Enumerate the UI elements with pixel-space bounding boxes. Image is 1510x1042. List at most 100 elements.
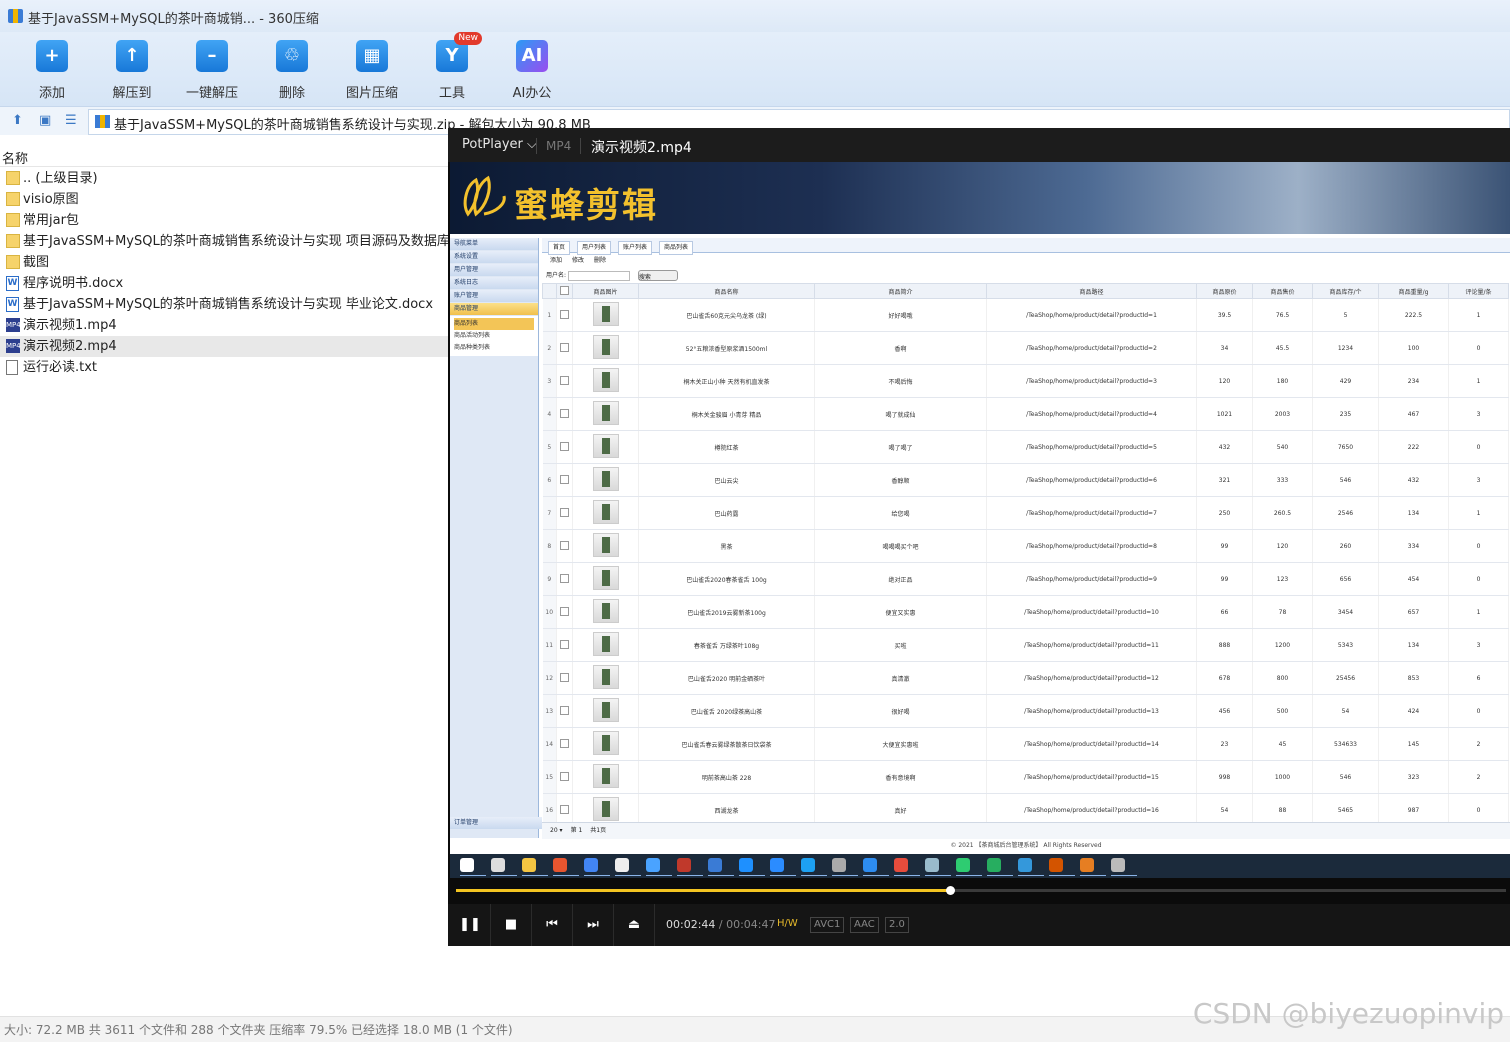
admin-menu-item-orders[interactable]: 订单管理 — [450, 817, 542, 829]
seek-bar[interactable] — [456, 886, 1506, 895]
admin-menu-item[interactable]: 导航菜单 — [450, 238, 538, 250]
row-checkbox[interactable] — [560, 507, 569, 517]
row-checkbox[interactable] — [560, 408, 569, 418]
file-row[interactable]: .. (上级目录) — [0, 168, 448, 189]
toolbar-button-4[interactable]: ▦ 图片压缩 — [332, 38, 412, 101]
toolbar-button-6[interactable]: AI AI办公 — [492, 38, 572, 101]
eject-button[interactable]: ⏏ — [614, 904, 655, 946]
file-row[interactable]: MP4 演示视频2.mp4 — [0, 336, 448, 357]
hw-tag[interactable]: H/W — [774, 917, 801, 931]
taskbar-app-icon[interactable] — [491, 858, 517, 876]
table-row[interactable]: 5 樽院红茶 喝了喝了/TeaShop/home/product/detail?pr… — [542, 430, 1509, 464]
taskbar-app-icon[interactable] — [677, 858, 703, 876]
row-checkbox[interactable] — [560, 606, 569, 616]
admin-op-button[interactable]: 修改 — [572, 257, 584, 264]
taskbar-app-icon[interactable] — [801, 858, 827, 876]
toolbar-button-1[interactable]: ↑ 解压到 — [92, 38, 172, 101]
table-row[interactable]: 1 巴山雀舌60克元尖乌龙茶 (绿) 好好喝哦/TeaShop/home/produ… — [542, 298, 1509, 332]
table-row[interactable]: 14 巴山雀舌春云雾绿茶散茶日饮袋茶 大便宜实惠啦/TeaShop/home/pro… — [542, 727, 1509, 761]
file-row[interactable]: 基于JavaSSM+MySQL的茶叶商城销售系统设计与实现 项目源码及数据库文件 — [0, 231, 476, 252]
table-row[interactable]: 8 黑茶 喝喝喝买个吧/TeaShop/home/product/detail?pr… — [542, 529, 1509, 563]
row-checkbox[interactable] — [560, 639, 569, 649]
row-checkbox[interactable] — [560, 309, 569, 319]
toolbar-button-2[interactable]: – 一键解压 — [172, 38, 252, 101]
taskbar-app-icon[interactable] — [1018, 858, 1044, 876]
table-row[interactable]: 15 明前茶高山茶 228 香有意境啊/TeaShop/home/product/d… — [542, 760, 1509, 794]
table-row[interactable]: 2 52°五粮浓香型原浆酒1500ml 香啊/TeaShop/home/produc… — [542, 331, 1509, 365]
list-view-icon[interactable]: ☰ — [65, 114, 79, 128]
taskbar-app-icon[interactable] — [770, 858, 796, 876]
seek-bar-knob[interactable] — [945, 886, 955, 895]
toolbar-button-3[interactable]: ♲ 删除 — [252, 38, 332, 101]
row-checkbox[interactable] — [560, 474, 569, 484]
admin-tab[interactable]: 账户列表 — [618, 241, 653, 255]
taskbar-app-icon[interactable] — [1111, 858, 1137, 876]
file-row[interactable]: 截图 — [0, 252, 448, 273]
search-input[interactable] — [567, 270, 630, 281]
admin-menu-item[interactable]: 商品管理 — [450, 303, 538, 315]
admin-menu-item[interactable]: 用户管理 — [450, 264, 538, 276]
row-checkbox[interactable] — [560, 705, 569, 715]
next-button[interactable]: ⏭ — [573, 904, 614, 946]
row-checkbox[interactable] — [560, 342, 569, 352]
table-row[interactable]: 10 巴山雀舌2019云雾新茶100g 便宜又实惠/TeaShop/home/pro… — [542, 595, 1509, 629]
admin-op-button[interactable]: 删除 — [594, 257, 606, 264]
taskbar-app-icon[interactable] — [1080, 858, 1106, 876]
audio-channels-tag[interactable]: 2.0 — [885, 917, 909, 933]
taskbar-app-icon[interactable] — [832, 858, 858, 876]
taskbar-app-icon[interactable] — [646, 858, 672, 876]
row-checkbox[interactable] — [560, 540, 569, 550]
taskbar-app-icon[interactable] — [987, 858, 1013, 876]
audio-codec-tag[interactable]: AAC — [850, 917, 879, 933]
thumbnail-view-icon[interactable]: ▣ — [39, 114, 53, 128]
row-checkbox[interactable] — [560, 771, 569, 781]
pause-button[interactable]: ❚❚ — [450, 904, 491, 946]
file-row[interactable]: visio原图 — [0, 189, 448, 210]
table-row[interactable]: 3 桐木关正山小种 天然有机直发茶 不喝后悔/TeaShop/home/produc… — [542, 364, 1509, 398]
row-checkbox[interactable] — [560, 804, 569, 814]
row-checkbox[interactable] — [560, 573, 569, 583]
file-row[interactable]: 运行必读.txt — [0, 357, 448, 378]
table-row[interactable]: 4 桐木关金骏眉 小青芽 精品 喝了就成仙/TeaShop/home/product… — [542, 397, 1509, 431]
admin-op-button[interactable]: 添加 — [550, 257, 562, 264]
table-row[interactable]: 9 巴山雀舌2020春茶雀舌 100g 绝对正品/TeaShop/home/prod… — [542, 562, 1509, 596]
file-row[interactable]: W 程序说明书.docx — [0, 273, 448, 294]
taskbar-app-icon[interactable] — [553, 858, 579, 876]
table-row[interactable]: 6 巴山云尖 香醇顺/TeaShop/home/product/detail?pro… — [542, 463, 1509, 497]
video-frame[interactable]: 蜜蜂剪辑 导航菜单 系统设置 用户管理 系统日志 账户管理 商品管理 商品列表 商品活动列表商… — [450, 162, 1510, 878]
taskbar-app-icon[interactable] — [863, 858, 889, 876]
file-row[interactable]: MP4 演示视频1.mp4 — [0, 315, 448, 336]
row-checkbox[interactable] — [560, 441, 569, 451]
admin-tab[interactable]: 商品列表 — [659, 241, 694, 255]
up-arrow-icon[interactable]: ⬆ — [12, 114, 26, 128]
toolbar-button-5[interactable]: Y New 工具 — [412, 32, 492, 101]
admin-menu-item[interactable]: 系统日志 — [450, 277, 538, 289]
select-all-checkbox[interactable] — [560, 285, 569, 295]
admin-menu-item[interactable]: 账户管理 — [450, 290, 538, 302]
table-row[interactable]: 7 巴山药露 给您喝/TeaShop/home/product/detail?pro… — [542, 496, 1509, 530]
taskbar-app-icon[interactable] — [925, 858, 951, 876]
toolbar-button-0[interactable]: + 添加 — [12, 38, 92, 101]
taskbar-app-icon[interactable] — [522, 858, 548, 876]
row-checkbox[interactable] — [560, 672, 569, 682]
admin-submenu-item[interactable]: 商品活动列表 — [454, 330, 534, 342]
row-checkbox[interactable] — [560, 738, 569, 748]
admin-submenu-item[interactable]: 商品种类列表 — [454, 342, 534, 354]
admin-submenu-item[interactable]: 商品列表 — [454, 318, 534, 330]
pager-item[interactable]: 第 1 — [571, 827, 583, 834]
table-row[interactable]: 13 巴山雀舌 2020绿茶高山茶 很好喝/TeaShop/home/product… — [542, 694, 1509, 728]
video-codec-tag[interactable]: AVC1 — [810, 917, 845, 933]
taskbar-app-icon[interactable] — [460, 858, 486, 876]
player-menu-button[interactable]: PotPlayer ⌵ — [462, 137, 537, 152]
previous-button[interactable]: ⏮ — [532, 904, 573, 946]
taskbar-app-icon[interactable] — [615, 858, 641, 876]
search-button[interactable]: 搜索 — [637, 270, 678, 281]
table-row[interactable]: 11 春茶雀舌 万绿茶叶108g 买啦/TeaShop/home/product/d… — [542, 628, 1509, 662]
taskbar-app-icon[interactable] — [584, 858, 610, 876]
row-checkbox[interactable] — [560, 375, 569, 385]
file-row[interactable]: 常用jar包 — [0, 210, 448, 231]
file-row[interactable]: W 基于JavaSSM+MySQL的茶叶商城销售系统设计与实现 毕业论文.docx — [0, 294, 448, 315]
stop-button[interactable]: ■ — [491, 904, 532, 946]
taskbar-app-icon[interactable] — [894, 858, 920, 876]
taskbar-app-icon[interactable] — [1049, 858, 1075, 876]
